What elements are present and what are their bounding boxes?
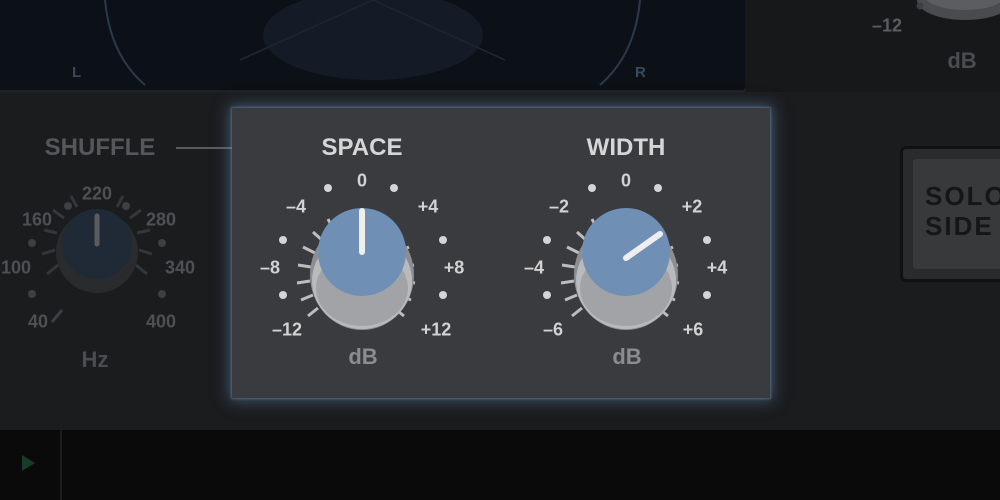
- shuffle-scale-100: 100: [0, 257, 32, 278]
- space-scale-minus8: –8: [259, 257, 281, 278]
- width-scale-plus6: +6: [682, 319, 704, 340]
- play-icon[interactable]: [22, 455, 35, 471]
- stereo-scope: L R: [0, 0, 748, 93]
- space-scale-plus4: +4: [417, 196, 439, 217]
- width-scale-plus2: +2: [681, 196, 703, 217]
- transport-bar: [0, 430, 1000, 500]
- space-scale-plus12: +12: [420, 319, 452, 340]
- width-scale-0: 0: [620, 170, 632, 191]
- space-scale-minus4: –4: [285, 196, 307, 217]
- shuffle-unit-label: Hz: [81, 347, 109, 372]
- plugin-window: L R –12 dB SHUFFLE 40 100 160 220 280 34…: [0, 0, 1000, 500]
- space-scale-minus12: –12: [271, 319, 303, 340]
- space-title: SPACE: [321, 134, 403, 161]
- scope-left-label: L: [72, 64, 82, 81]
- shuffle-scale-340: 340: [164, 257, 196, 278]
- width-title: WIDTH: [586, 134, 666, 161]
- space-scale-plus8: +8: [443, 257, 465, 278]
- solo-side-line1: SOLO: [925, 181, 1000, 211]
- shuffle-scale-40: 40: [27, 311, 49, 332]
- width-scale-plus4: +4: [706, 257, 728, 278]
- shuffle-scale-400: 400: [145, 311, 177, 332]
- width-unit-label: dB: [612, 344, 642, 369]
- solo-side-line2: SIDE: [925, 211, 994, 241]
- space-scale-0: 0: [356, 170, 368, 191]
- width-scale-minus4: –4: [523, 257, 545, 278]
- space-unit-label: dB: [348, 344, 378, 369]
- output-tick-label: –12: [871, 15, 903, 36]
- shuffle-scale-280: 280: [145, 209, 177, 230]
- shuffle-title: SHUFFLE: [44, 134, 156, 161]
- output-unit-label: dB: [947, 48, 977, 73]
- scope-graphic: [104, 0, 641, 86]
- solo-side-button[interactable]: SOLO SIDE: [900, 146, 1000, 282]
- output-knob[interactable]: [745, 0, 1000, 92]
- transport-divider: [60, 430, 62, 500]
- shuffle-scale-220: 220: [81, 183, 113, 204]
- shuffle-scale-160: 160: [21, 209, 53, 230]
- width-scale-minus2: –2: [548, 196, 570, 217]
- scope-right-label: R: [635, 64, 646, 81]
- width-scale-minus6: –6: [542, 319, 564, 340]
- output-section: –12 dB: [745, 0, 1000, 92]
